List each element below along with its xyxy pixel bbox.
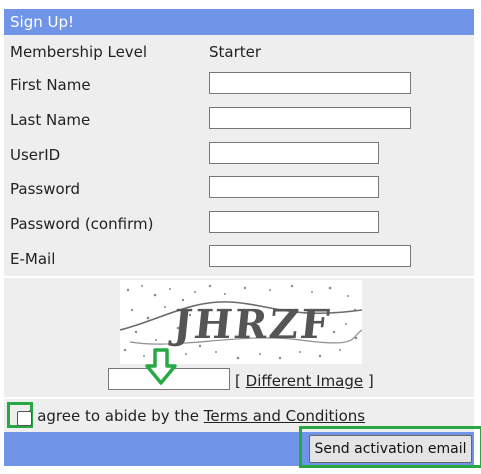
password-confirm-label: Password (confirm) xyxy=(10,215,154,233)
bracket-open: [ xyxy=(235,372,241,390)
email-input[interactable] xyxy=(209,245,411,267)
password-row: Password xyxy=(4,173,474,208)
password-label: Password xyxy=(10,180,81,198)
first-name-input[interactable] xyxy=(209,72,411,94)
bracket-close: ] xyxy=(367,372,374,390)
terms-link[interactable]: Terms and Conditions xyxy=(204,407,365,425)
last-name-row: Last Name xyxy=(4,103,474,138)
first-name-label: First Name xyxy=(10,76,91,94)
checkbox-highlight xyxy=(7,402,33,428)
password-confirm-input[interactable] xyxy=(209,211,379,233)
membership-label: Membership Level xyxy=(10,43,148,61)
down-arrow-icon xyxy=(145,348,177,385)
password-input[interactable] xyxy=(209,176,379,198)
membership-row: Membership Level Starter xyxy=(4,35,474,68)
form-footer: Send activation email xyxy=(4,426,481,468)
email-row: E-Mail xyxy=(4,243,474,276)
captcha-row: JHRZF [ Different Image ] xyxy=(4,278,474,397)
agree-label: I agree to abide by the xyxy=(28,407,204,425)
form-title: Sign Up! xyxy=(4,9,474,35)
password-confirm-row: Password (confirm) xyxy=(4,208,474,243)
userid-row: UserID xyxy=(4,138,474,173)
send-activation-button[interactable]: Send activation email xyxy=(309,435,472,463)
last-name-input[interactable] xyxy=(209,107,411,129)
agree-text: I agree to abide by the Terms and Condit… xyxy=(28,407,365,425)
different-image-label: Different Image xyxy=(245,372,364,390)
agree-checkbox[interactable] xyxy=(17,411,32,426)
email-label: E-Mail xyxy=(10,250,56,268)
membership-value: Starter xyxy=(209,43,262,61)
captcha-text: JHRZF xyxy=(168,301,333,348)
signup-form: Sign Up! Membership Level Starter First … xyxy=(2,0,481,474)
userid-label: UserID xyxy=(10,146,61,164)
first-name-row: First Name xyxy=(4,68,474,103)
last-name-label: Last Name xyxy=(10,111,91,129)
different-image-link[interactable]: [ Different Image ] xyxy=(235,372,374,390)
userid-input[interactable] xyxy=(209,142,379,164)
